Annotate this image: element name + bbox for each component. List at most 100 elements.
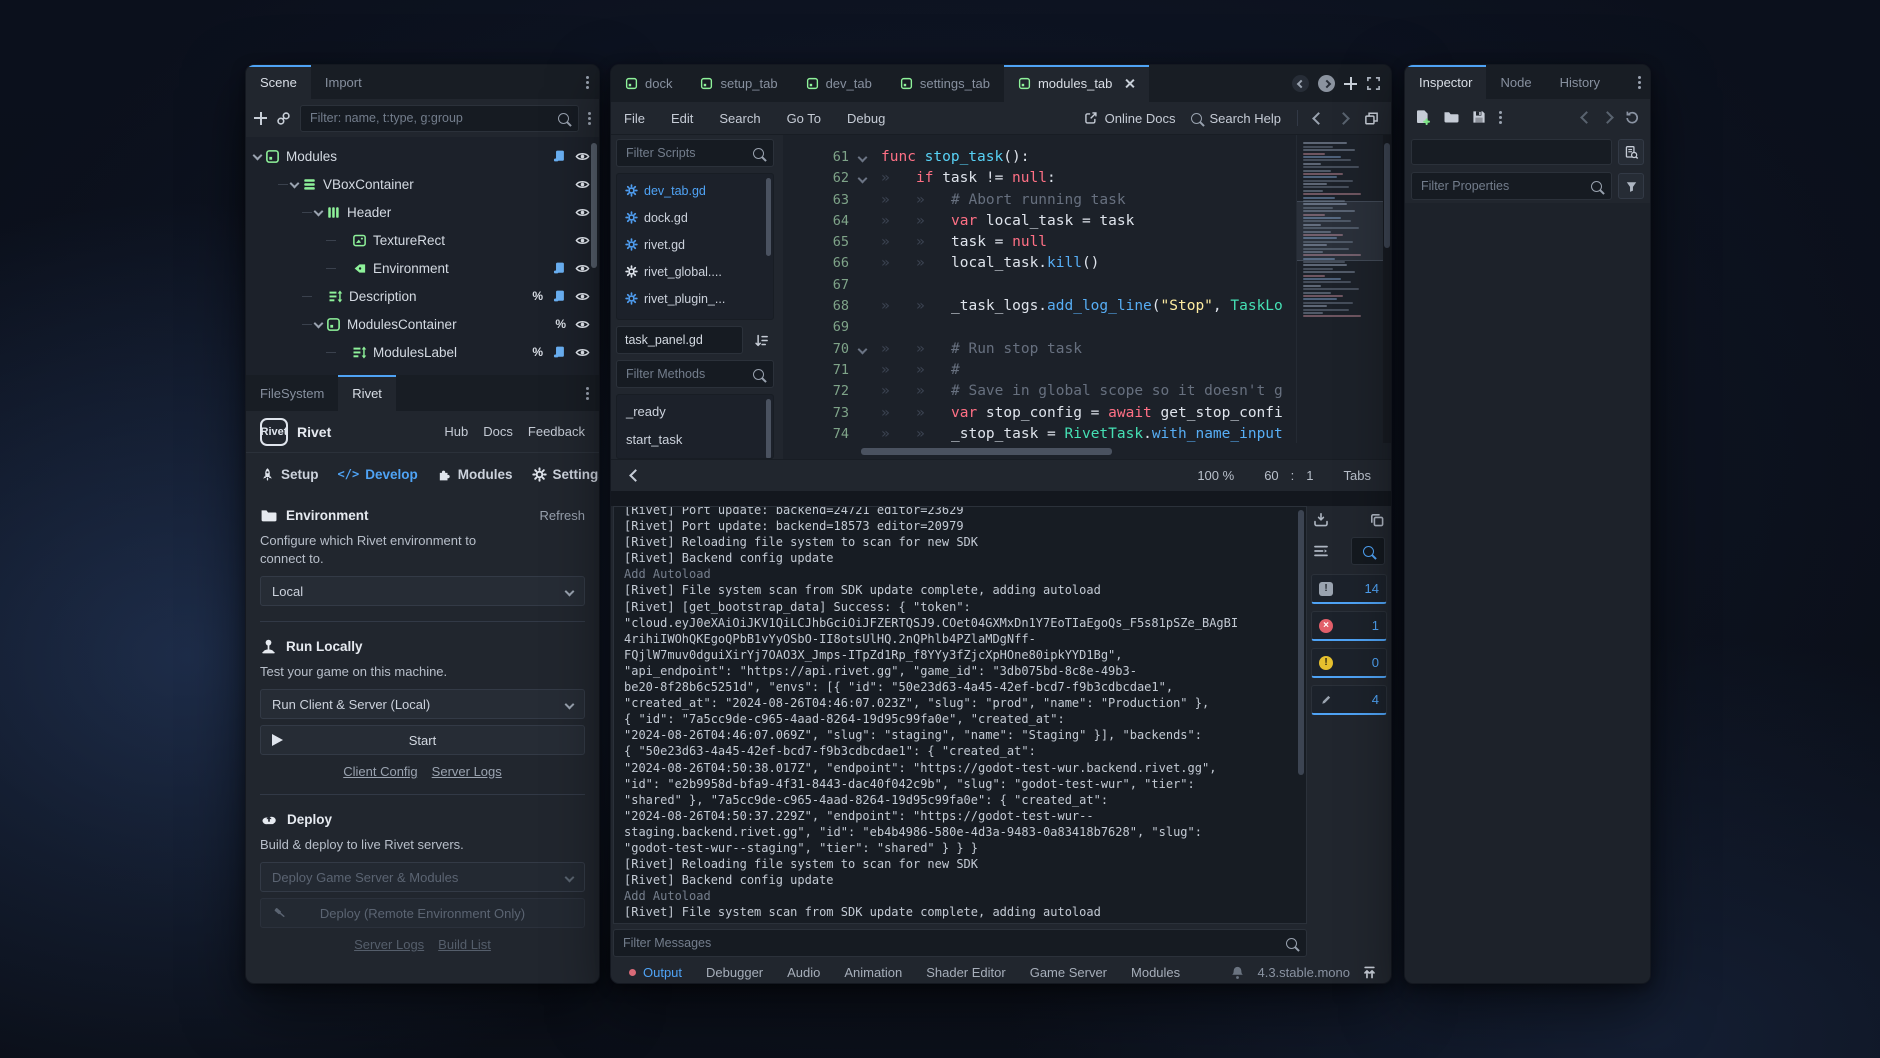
tree-node-vboxcontainer[interactable]: VBoxContainer [246,170,599,198]
menu-file[interactable]: File [611,111,658,126]
method-list-scrollbar[interactable] [766,399,771,459]
instance-scene-icon[interactable] [276,111,291,126]
method-item-start-task[interactable]: start_task [617,425,773,453]
scene-filter-options-icon[interactable] [588,117,591,120]
code-editor[interactable]: 61func stop_task():62»if task != null:63… [783,135,1391,459]
visibility-eye-icon[interactable] [575,177,590,192]
link-client-config[interactable]: Client Config [343,764,417,779]
bottom-tab-audio[interactable]: Audio [775,965,832,980]
property-filter-icon[interactable] [1618,173,1644,199]
output-search-button[interactable] [1351,537,1385,565]
menu-debug[interactable]: Debug [834,111,898,126]
save-resource-icon[interactable] [1471,109,1487,125]
menu-go-to[interactable]: Go To [774,111,834,126]
attached-script-icon[interactable] [552,149,566,163]
editor-messages-filter-button[interactable]: 4 [1311,685,1387,715]
new-resource-icon[interactable] [1415,109,1431,125]
load-resource-icon[interactable] [1443,109,1459,125]
scene-tree-scrollbar[interactable] [591,143,597,268]
save-log-icon[interactable] [1313,512,1329,528]
filter-properties-input[interactable]: Filter Properties [1411,172,1612,200]
method-item--ready[interactable]: _ready [617,397,773,425]
rivet-subtab-settings[interactable]: Settings [532,467,601,482]
attached-script-icon[interactable] [552,261,566,275]
script-history-forward-icon[interactable] [1318,75,1335,92]
rivet-subtab-modules[interactable]: Modules [437,467,513,482]
script-item-rivet-gd[interactable]: rivet.gd [617,231,773,258]
scene-dock-options-icon[interactable] [586,81,589,84]
notifications-bell-icon[interactable] [1230,965,1245,980]
fold-arrow-icon[interactable] [858,344,868,354]
tree-node-environment[interactable]: Environment [246,254,599,282]
visibility-eye-icon[interactable] [575,233,590,248]
add-node-icon[interactable] [254,112,267,125]
bottom-tab-debugger[interactable]: Debugger [694,965,775,980]
fold-arrow-icon[interactable] [858,174,868,184]
sort-methods-icon[interactable] [748,327,774,353]
tree-node-texturerect[interactable]: TextureRect [246,226,599,254]
tab-import[interactable]: Import [311,65,376,99]
script-history-back-icon[interactable] [1292,75,1309,92]
visibility-eye-icon[interactable] [575,149,590,164]
environment-select[interactable]: Local [260,576,585,606]
search-documentation-icon[interactable] [1618,139,1644,165]
visibility-eye-icon[interactable] [575,261,590,276]
script-list-scrollbar[interactable] [766,178,771,256]
menu-search[interactable]: Search [706,111,773,126]
menu-edit[interactable]: Edit [658,111,706,126]
nav-forward-icon[interactable] [1337,112,1350,125]
nav-back-icon[interactable] [1312,112,1325,125]
online-docs-button[interactable]: Online Docs [1084,111,1176,126]
editor-tab-dock[interactable]: dock [611,65,686,102]
editor-tab-dev-tab[interactable]: dev_tab [792,65,886,102]
expand-arrow-icon[interactable] [253,150,263,160]
expand-arrow-icon[interactable] [290,178,300,188]
code-minimap[interactable] [1296,135,1383,443]
editor-tab-modules-tab[interactable]: modules_tab [1004,65,1149,102]
code-vertical-scrollbar[interactable] [1383,135,1391,443]
errors-filter-button[interactable]: ×1 [1311,611,1387,641]
rivet-link-hub[interactable]: Hub [444,424,468,439]
code-horizontal-scrollbar[interactable] [859,448,1291,455]
link-server-logs[interactable]: Server Logs [432,764,502,779]
rivet-link-docs[interactable]: Docs [483,424,513,439]
visibility-eye-icon[interactable] [575,205,590,220]
search-help-button[interactable]: Search Help [1191,111,1281,126]
warnings-filter-button[interactable]: !0 [1311,648,1387,678]
output-scrollbar[interactable] [1298,510,1304,775]
script-item-dev-tab-gd[interactable]: dev_tab.gd [617,177,773,204]
script-item-dock-gd[interactable]: dock.gd [617,204,773,231]
deploy-mode-select[interactable]: Deploy Game Server & Modules [260,862,585,892]
attached-script-icon[interactable] [552,289,566,303]
tree-node-header[interactable]: Header [246,198,599,226]
indent-type[interactable]: Tabs [1344,468,1371,483]
close-tab-icon[interactable] [1124,78,1135,89]
output-log[interactable]: [Rivet] Port update: backend=24721 edito… [613,506,1307,924]
scene-filter-input[interactable]: Filter: name, t:type, g:group [300,105,579,132]
link-server-logs[interactable]: Server Logs [354,937,424,952]
tree-node-modulescontainer[interactable]: ModulesContainer% [246,310,599,338]
refresh-button[interactable]: Refresh [539,508,585,523]
rivet-link-feedback[interactable]: Feedback [528,424,585,439]
make-floating-icon[interactable] [1364,111,1379,126]
tab-scene[interactable]: Scene [246,65,311,99]
tab-inspector[interactable]: Inspector [1405,65,1486,99]
tab-rivet[interactable]: Rivet [338,375,396,411]
resource-options-icon[interactable] [1499,116,1502,119]
distraction-free-icon[interactable] [1366,76,1381,91]
inspector-back-icon[interactable] [1580,111,1593,124]
tree-node-modules[interactable]: Modules [246,142,599,170]
script-item-rivet-plugin-[interactable]: rivet_plugin_... [617,285,773,312]
dock-options-icon[interactable] [586,392,589,395]
toggle-scripts-panel-icon[interactable] [629,469,642,482]
copy-log-icon[interactable] [1369,512,1385,528]
tree-node-description[interactable]: Description% [246,282,599,310]
inspector-options-icon[interactable] [1638,81,1641,84]
current-script-name[interactable]: task_panel.gd [616,326,743,354]
rivet-subtab-setup[interactable]: Setup [260,467,319,482]
visibility-eye-icon[interactable] [575,345,590,360]
expand-bottom-panel-icon[interactable] [1362,965,1377,980]
fold-arrow-icon[interactable] [858,153,868,163]
inspector-forward-icon[interactable] [1601,111,1614,124]
bottom-tab-game-server[interactable]: Game Server [1018,965,1119,980]
